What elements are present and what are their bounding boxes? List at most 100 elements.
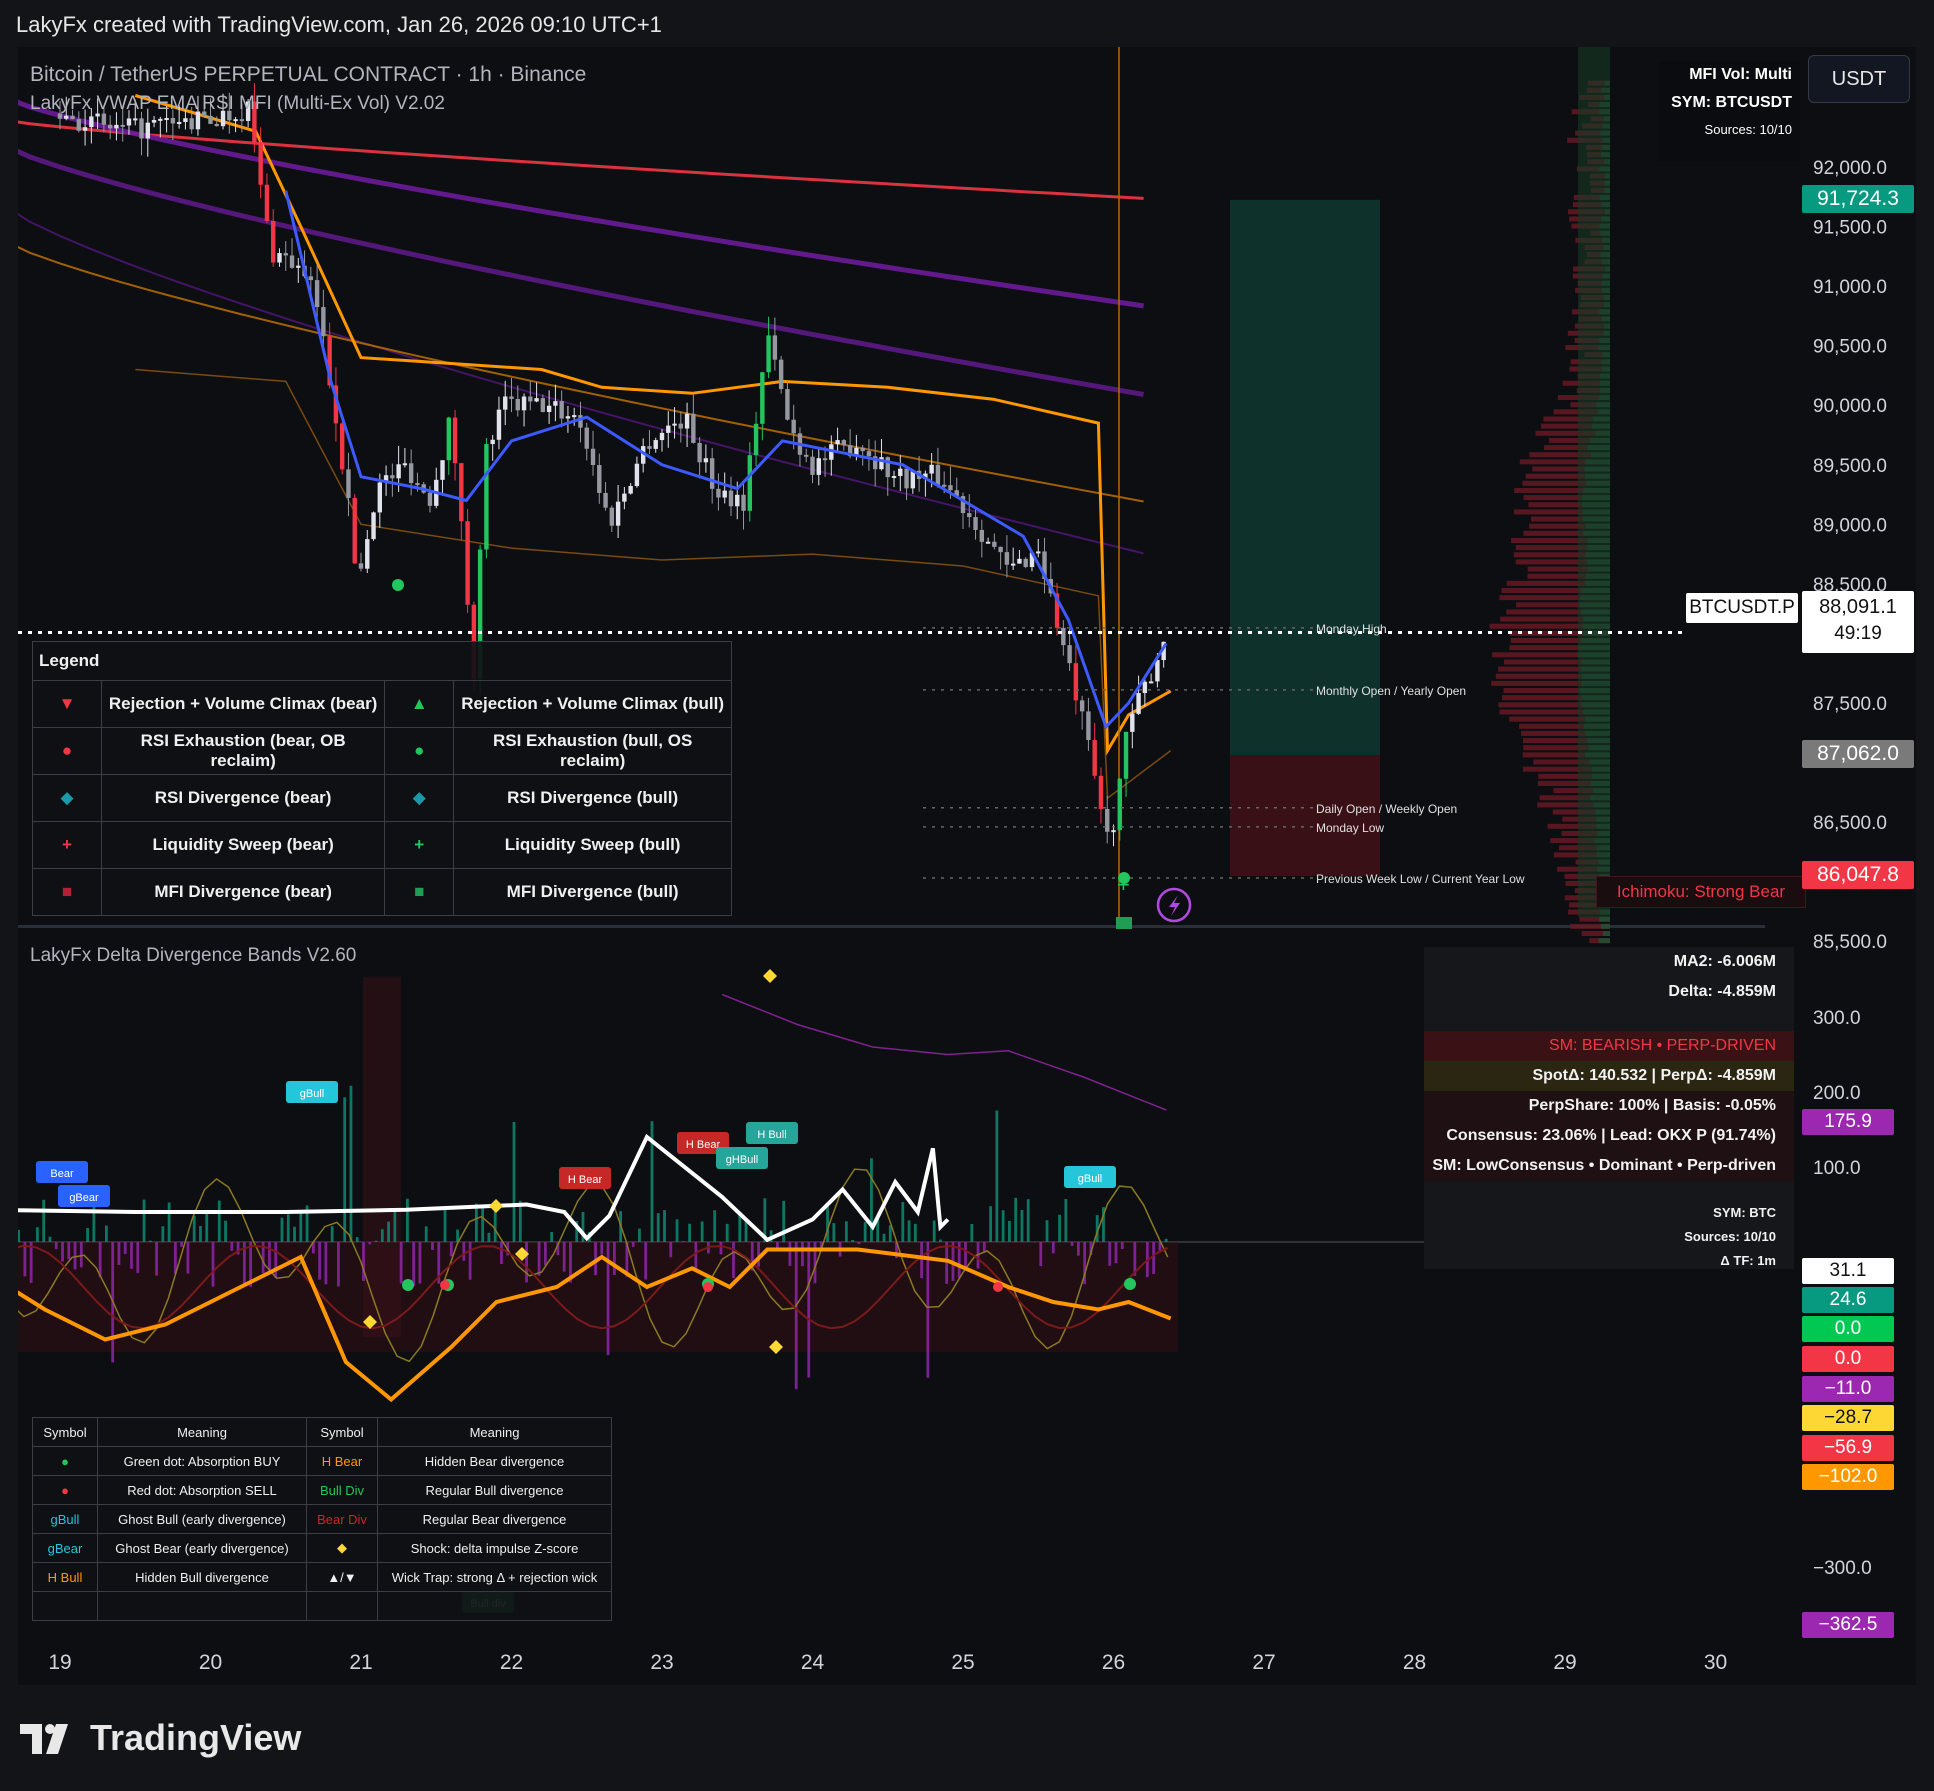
candle-body [496,409,502,440]
delta-histogram-bar [117,1242,121,1266]
candle-body [1155,660,1160,682]
legend-symbol [32,1591,98,1621]
delta-value-badge: 0.0 [1802,1316,1894,1342]
sm-consensus-text: SM: LowConsensus • Dominant • Perp-drive… [1424,1151,1794,1181]
delta-legend-row [32,1591,612,1621]
delta-histogram-bar [794,1242,798,1390]
delta-histogram-bar [907,1220,911,1242]
chart-area[interactable]: Monday High Monthly Open / Yearly Open Dai… [18,47,1916,1685]
legend-title: Legend [32,641,732,681]
divergence-chip-label: Bear [50,1168,74,1180]
mfi-vol-text: MFI Vol: Multi [1689,66,1792,83]
indicator-title[interactable]: LakyFx VWAP EMA RSI MFI (Multi-Ex Vol) V… [30,93,445,115]
delta-histogram-bar [54,1242,58,1250]
delta-histogram-bar [512,1121,516,1242]
candle-body [647,446,652,449]
delta-histogram-bar [487,1232,491,1242]
delta-histogram-bar [863,1222,867,1242]
delta-histogram-bar [48,1236,52,1242]
delta-histogram-bar [393,1210,397,1242]
divergence-chip: gHBull [716,1147,768,1169]
delta-indicator-title[interactable]: LakyFx Delta Divergence Bands V2.60 [30,945,356,967]
delta-histogram-bar [638,1228,641,1242]
delta-value-badge: 0.0 [1802,1346,1894,1372]
candle-body [352,497,357,564]
delta-value-badge: 24.6 [1802,1287,1894,1313]
delta-histogram-bar [788,1242,792,1266]
delta-histogram-bar [1064,1199,1068,1242]
candle-body [967,513,972,518]
candle-body [70,115,75,120]
candle-body [415,483,420,486]
legend-symbol-2: ▲/▼ [306,1562,378,1592]
price-axis-tick: 85,500.0 [1813,932,1887,953]
delta-value-badge: −362.5 [1802,1612,1894,1638]
legend-symbol-bull: ● [384,727,455,775]
delta-histogram-bar [738,1214,742,1242]
legend-symbol-bear: ▼ [32,680,102,728]
delta-histogram-bar [970,1224,974,1242]
candle-body [314,280,320,308]
divergence-chip-label: H Bear [568,1174,603,1186]
delta-histogram-bar [1001,1210,1005,1242]
legend-header-meaning: Meaning [97,1417,307,1447]
candle-body [1105,808,1110,832]
candle-body [804,454,809,457]
spot-perp-text: SpotΔ: 140.532 | PerpΔ: -4.859M [1424,1061,1794,1091]
candle-body [772,335,778,360]
candle-body [766,335,771,373]
candle-body [628,485,633,494]
currency-button[interactable]: USDT [1808,55,1910,103]
candle-body [503,396,508,410]
delta-histogram-bar [368,1242,372,1245]
delta-value-badge: −11.0 [1802,1376,1894,1402]
candle-body [659,432,665,441]
price-axis-tick: 89,000.0 [1813,515,1887,536]
key-level-label: Monday High [1316,622,1387,636]
candle-body [321,307,326,337]
time-axis-tick: 29 [1553,1651,1576,1674]
candle-body [289,255,295,268]
delta-histogram-bar [663,1210,666,1242]
delta-histogram-bar [901,1202,905,1242]
time-axis-tick: 27 [1252,1651,1275,1674]
legend-symbol-bull: + [384,821,455,869]
candle-body [64,115,69,119]
legend-symbol-2: Bear Div [306,1504,378,1534]
consensus-text: Consensus: 23.06% | Lead: OKX P (91.74%) [1424,1121,1794,1151]
last-price-box: 88,091.1 49:19 [1802,591,1914,653]
legend-symbol-bear: + [32,821,102,869]
price-badge: 91,724.3 [1802,184,1914,213]
candle-body [133,118,138,121]
candle-body [346,469,351,498]
delta-histogram-bar [757,1242,760,1267]
delta-histogram-bar [537,1242,541,1276]
delta-sym-text: SYM: BTC [1713,1205,1776,1220]
candle-body [904,468,909,489]
last-price-value: 88,091.1 [1819,596,1897,618]
candle-body [440,460,445,480]
candle-body [1092,740,1097,776]
delta-histogram-bar [612,1242,616,1276]
legend-symbol: gBear [32,1533,98,1563]
candle-body [1079,700,1085,712]
delta-axis-tick: 200.0 [1813,1083,1861,1104]
chart-credit: LakyFx created with TradingView.com, Jan… [16,12,662,37]
legend-meaning-2 [377,1591,612,1621]
candle-body [390,475,395,479]
symbol-title[interactable]: Bitcoin / TetherUS PERPETUAL CONTRACT · … [30,63,586,87]
delta-histogram-bar [61,1242,64,1262]
delta-histogram-bar [412,1242,416,1287]
delta-histogram-bar [230,1242,234,1251]
pane-separator[interactable] [18,925,1916,928]
delta-histogram-bar [725,1223,729,1242]
volume-profile-bar [1600,923,1610,929]
delta-histogram-bar [694,1242,698,1272]
delta-sources-text: Sources: 10/10 [1684,1229,1776,1244]
delta-value-badge: 175.9 [1802,1109,1894,1135]
tradingview-logo[interactable]: TradingView [20,1717,301,1759]
price-axis-tick: 92,000.0 [1813,158,1887,179]
legend-symbol-bear: ◆ [32,774,102,822]
delta-histogram-bar [123,1242,127,1255]
candle-body [684,413,690,429]
